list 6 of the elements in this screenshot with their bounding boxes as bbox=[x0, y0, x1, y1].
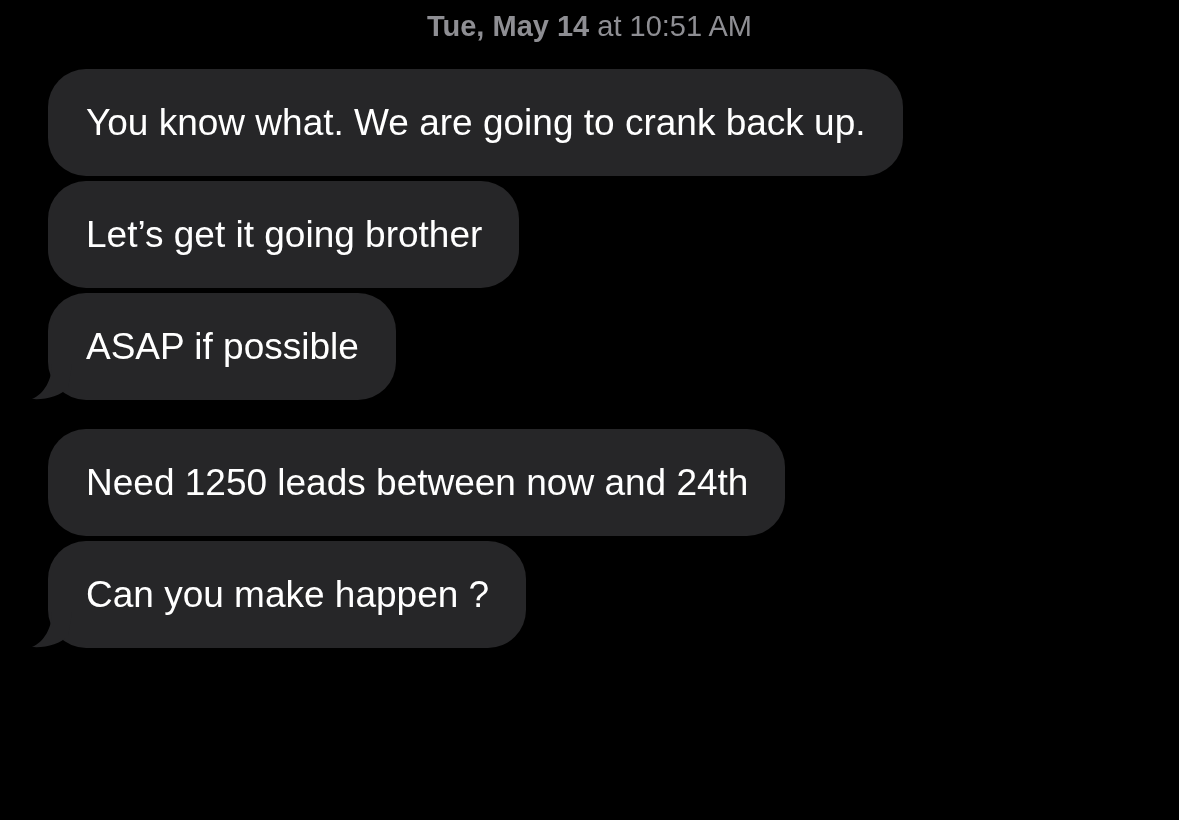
message-text: Let’s get it going brother bbox=[86, 214, 483, 255]
message-text: Can you make happen ? bbox=[86, 574, 490, 615]
message-text: ASAP if possible bbox=[86, 326, 359, 367]
message-text: You know what. We are going to crank back up. bbox=[86, 102, 866, 143]
message-text: Need 1250 leads between now and 24th bbox=[86, 462, 749, 503]
timestamp: Tue, May 14 at 10:51 AM bbox=[426, 10, 753, 43]
